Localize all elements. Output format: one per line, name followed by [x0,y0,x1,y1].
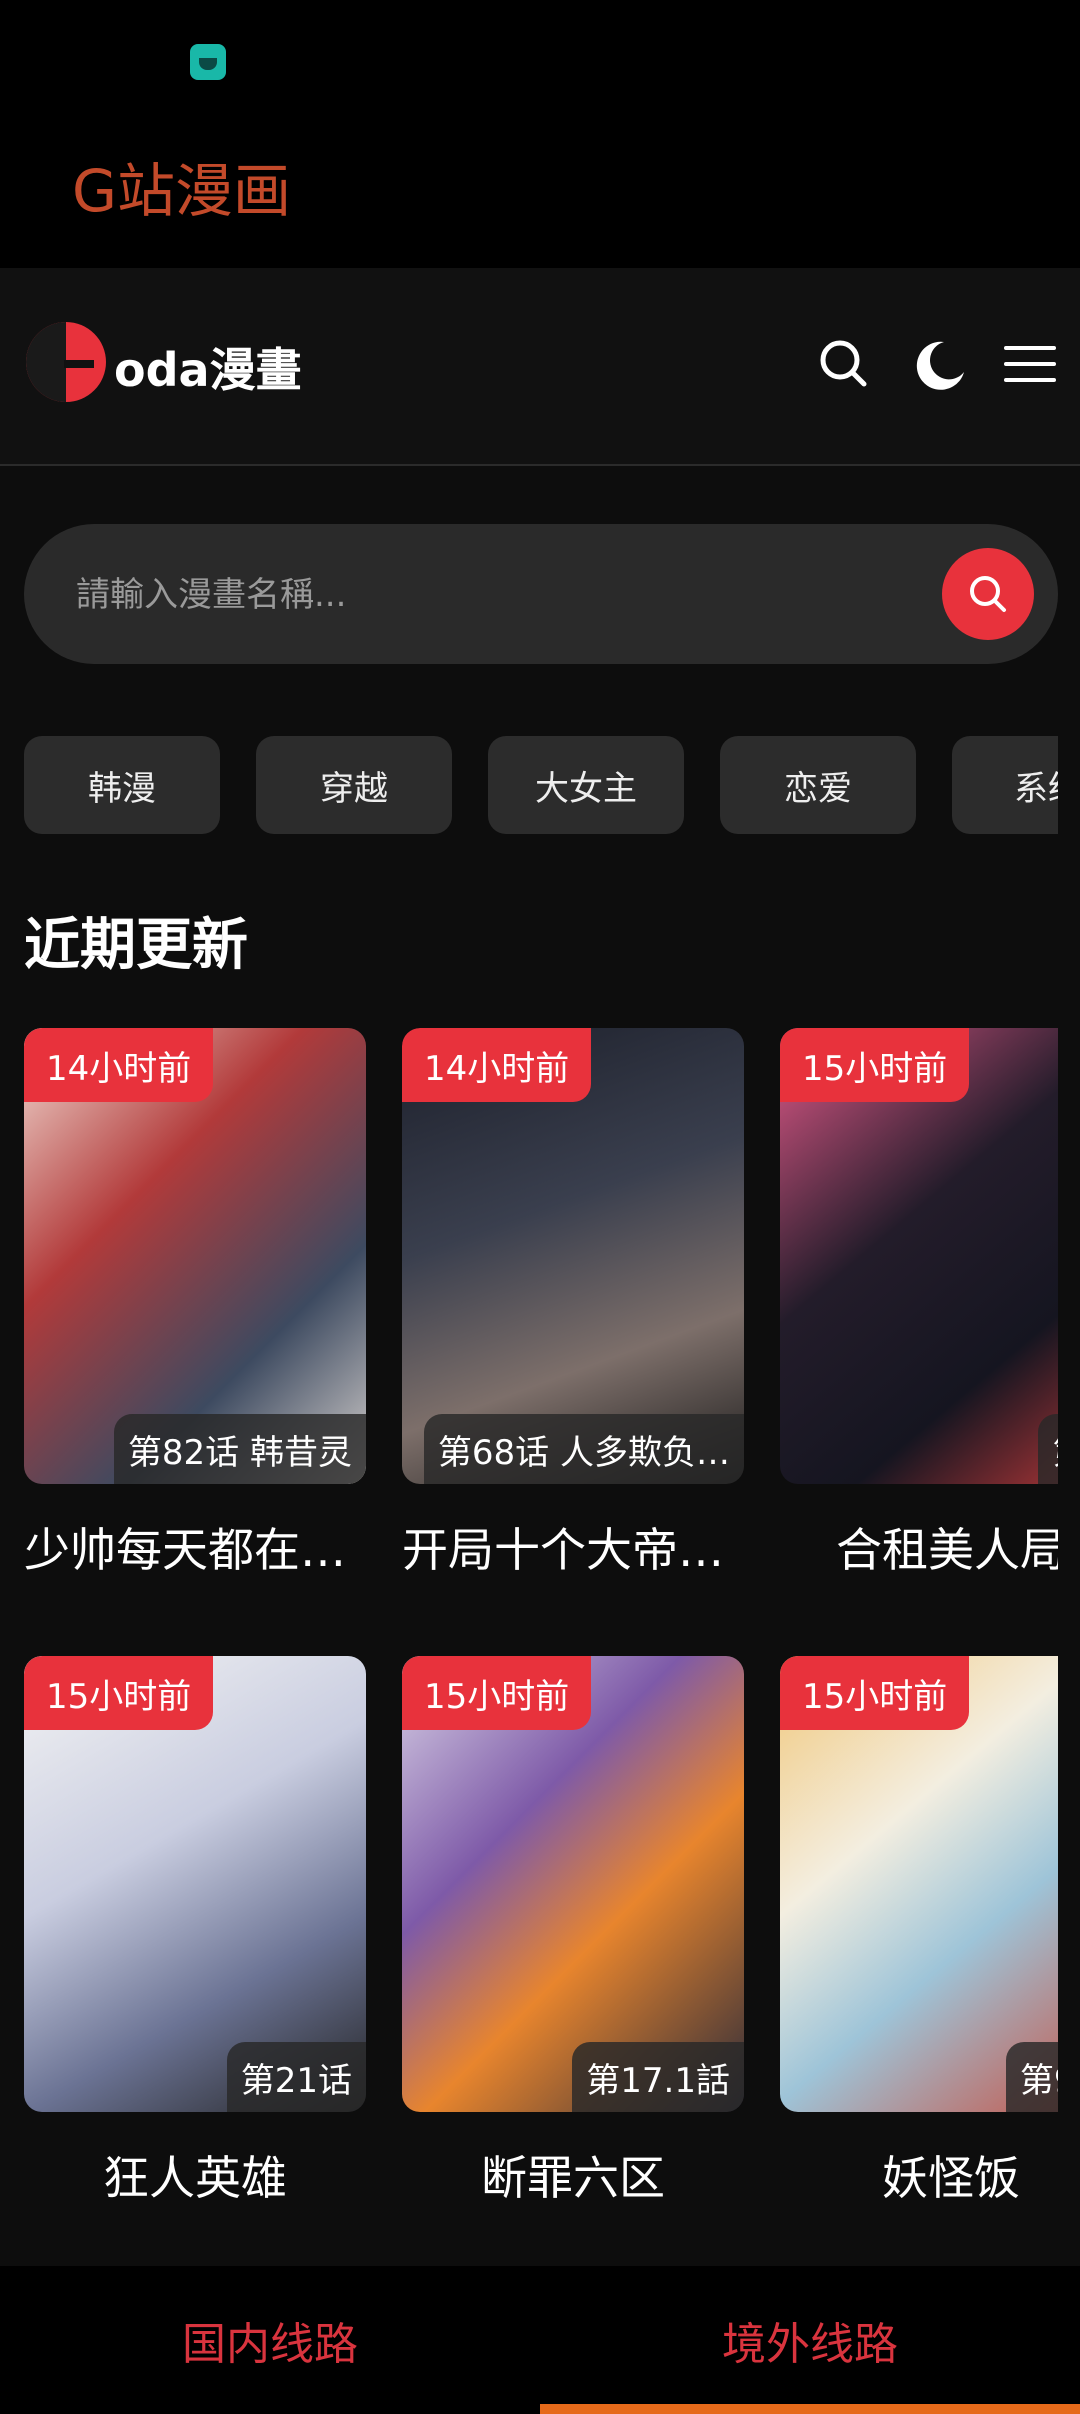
update-badge: 15小时前 [780,1656,970,1730]
comic-cover[interactable]: 14小时前 第82话 韩昔灵 [24,1028,366,1484]
active-tab-indicator [540,2404,1080,2414]
tag-chip[interactable]: 穿越 [256,736,452,834]
chapter-label: 第17.1話 [572,2042,744,2112]
comic-cover[interactable]: 15小时前 第9.3 [780,1656,1058,2112]
comic-title[interactable]: 少帅每天都在… [24,1514,366,1580]
tag-chip[interactable]: 恋爱 [720,736,916,834]
moon-icon[interactable] [910,334,970,394]
site-header: oda漫畫 [0,268,1080,466]
nav-domestic-route[interactable]: 国内线路 [0,2266,540,2414]
site-logo-text[interactable]: oda漫畫 [114,334,302,400]
search-icon[interactable] [814,334,874,394]
chapter-label: 第1 [1038,1414,1058,1484]
nav-overseas-route[interactable]: 境外线路 [540,2266,1080,2414]
comic-title[interactable]: 断罪六区 [402,2142,744,2208]
comic-grid: 14小时前 第82话 韩昔灵 少帅每天都在… 14小时前 第68话 人多欺负… … [24,1028,1058,2228]
search-input[interactable] [74,564,938,626]
comic-cover[interactable]: 15小时前 第17.1話 [402,1656,744,2112]
comic-title[interactable]: 合租美人局 [780,1514,1058,1580]
tag-chip[interactable]: 韩漫 [24,736,220,834]
comic-title[interactable]: 妖怪饭 [780,2142,1058,2208]
chapter-label: 第68话 人多欺负… [423,1414,744,1484]
comic-cover[interactable]: 15小时前 第21话 [24,1656,366,2112]
search-button[interactable] [942,548,1034,640]
update-badge: 15小时前 [24,1656,214,1730]
chapter-label: 第21话 [226,2042,366,2112]
logo-icon[interactable] [24,320,108,404]
tag-list: 韩漫 穿越 大女主 恋爱 系统 [24,736,1058,834]
update-badge: 14小时前 [24,1028,214,1102]
app-title: G站漫画 [72,157,291,225]
chapter-label: 第9.3 [1005,2042,1058,2112]
search-icon [970,576,1006,612]
comic-title[interactable]: 开局十个大帝… [402,1514,744,1580]
update-badge: 15小时前 [402,1656,592,1730]
search-bar [24,524,1058,664]
tag-chip[interactable]: 大女主 [488,736,684,834]
comic-cover[interactable]: 15小时前 第1 [780,1028,1058,1484]
comic-title[interactable]: 狂人英雄 [24,2142,366,2208]
app-icon [190,44,226,80]
tag-chip[interactable]: 系统 [952,736,1058,834]
app-top-bar: G站漫画 [0,0,1080,268]
bottom-nav: 国内线路 境外线路 [0,2266,1080,2414]
section-title: 近期更新 [24,913,248,978]
chapter-label: 第82话 韩昔灵 [113,1414,366,1484]
update-badge: 14小时前 [402,1028,592,1102]
menu-icon[interactable] [1000,334,1060,394]
update-badge: 15小时前 [780,1028,970,1102]
comic-cover[interactable]: 14小时前 第68话 人多欺负… [402,1028,744,1484]
